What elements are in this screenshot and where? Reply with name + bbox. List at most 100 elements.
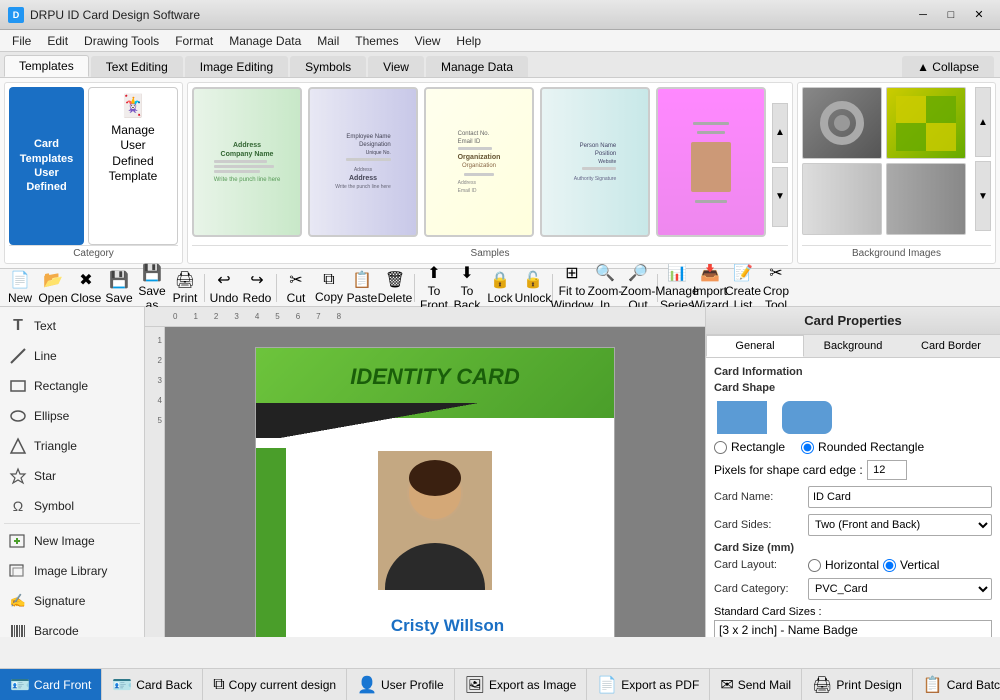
lock-button[interactable]: 🔒Lock — [484, 273, 516, 303]
tab-card-border[interactable]: Card Border — [902, 335, 1000, 357]
signature-tool[interactable]: ✍ Signature — [0, 586, 144, 616]
rounded-radio-label: Rounded Rectangle — [818, 440, 924, 454]
rectangle-radio-input[interactable] — [714, 441, 727, 454]
fit-to-window-button[interactable]: ⊞Fit to Window — [556, 273, 588, 303]
horizontal-radio[interactable]: Horizontal — [808, 558, 879, 572]
ellipse-tool[interactable]: Ellipse — [0, 401, 144, 431]
bg-scroll-down[interactable]: ▼ — [975, 161, 991, 231]
pixels-input[interactable] — [867, 460, 907, 480]
to-back-button[interactable]: ⬇To Back — [451, 273, 483, 303]
sample-item[interactable]: Employee Name Designation Unique No. Add… — [308, 87, 418, 237]
samples-scroll-up[interactable]: ▲ — [772, 103, 788, 163]
tab-templates[interactable]: Templates — [4, 55, 89, 77]
card-category-select[interactable]: PVC_Card Paper_Card — [808, 578, 992, 600]
open-button[interactable]: 📂Open — [37, 273, 69, 303]
standard-card-list[interactable]: [3 x 2 inch] - Name Badge [4 x 2 inch] -… — [714, 620, 992, 637]
horizontal-radio-input[interactable] — [808, 559, 821, 572]
barcode-tool[interactable]: Barcode — [0, 616, 144, 637]
ellipse-icon — [8, 406, 28, 426]
zoom-in-button[interactable]: 🔍Zoom-In — [589, 273, 621, 303]
menu-view[interactable]: View — [407, 32, 449, 50]
menu-edit[interactable]: Edit — [39, 32, 76, 50]
copy-design-btn[interactable]: ⧉ Copy current design — [203, 669, 347, 700]
vertical-radio[interactable]: Vertical — [883, 558, 939, 572]
sample-item[interactable] — [656, 87, 766, 237]
import-wizard-button[interactable]: 📥Import Wizard — [694, 273, 726, 303]
card-templates-button[interactable]: Card TemplatesUser Defined — [9, 87, 84, 245]
user-profile-btn[interactable]: 👤 User Profile — [347, 669, 455, 700]
menu-themes[interactable]: Themes — [347, 32, 406, 50]
paste-button[interactable]: 📋Paste — [346, 273, 378, 303]
sample-item[interactable]: Person Name Position Website Authority S… — [540, 87, 650, 237]
print-design-btn[interactable]: 🖨 Print Design — [802, 669, 913, 700]
save-button[interactable]: 💾Save — [103, 273, 135, 303]
text-icon: T — [8, 316, 28, 336]
card-name-input[interactable] — [808, 486, 992, 508]
menu-format[interactable]: Format — [167, 32, 221, 50]
triangle-tool[interactable]: Triangle — [0, 431, 144, 461]
close-window-button[interactable]: ✕ — [966, 5, 992, 25]
standard-size-item-1[interactable]: [3 x 2 inch] - Name Badge — [715, 621, 991, 637]
menu-file[interactable]: File — [4, 32, 39, 50]
bg-thumb-4[interactable] — [886, 163, 966, 235]
send-mail-btn[interactable]: ✉ Send Mail — [710, 669, 802, 700]
export-image-btn[interactable]: 🖼 Export as Image — [455, 669, 588, 700]
copy-button[interactable]: ⧉Copy — [313, 273, 345, 303]
menu-manage-data[interactable]: Manage Data — [221, 32, 309, 50]
tab-symbols[interactable]: Symbols — [290, 56, 366, 77]
minimize-button[interactable]: ─ — [910, 5, 936, 25]
new-image-tool[interactable]: New Image — [0, 526, 144, 556]
bg-scroll-up[interactable]: ▲ — [975, 87, 991, 157]
close-button[interactable]: ✖Close — [70, 273, 102, 303]
cut-button[interactable]: ✂Cut — [280, 273, 312, 303]
tab-background[interactable]: Background — [804, 335, 902, 357]
export-pdf-btn[interactable]: 📄 Export as PDF — [587, 669, 710, 700]
new-button[interactable]: 📄New — [4, 273, 36, 303]
crop-tool-button[interactable]: ✂Crop Tool — [760, 273, 792, 303]
manage-series-button[interactable]: 📊Manage Series — [661, 273, 693, 303]
bg-thumb-1[interactable] — [802, 87, 882, 159]
tab-text-editing[interactable]: Text Editing — [91, 56, 183, 77]
undo-button[interactable]: ↩Undo — [208, 273, 240, 303]
tab-general[interactable]: General — [706, 335, 804, 357]
bg-thumb-3[interactable] — [802, 163, 882, 235]
sample-item[interactable]: Contact No. Email ID Organization Organi… — [424, 87, 534, 237]
tab-manage-data[interactable]: Manage Data — [426, 56, 528, 77]
card-person-name: Cristy Willson — [291, 616, 604, 636]
card-front-btn[interactable]: 🪪 Card Front — [0, 669, 102, 700]
zoom-out-button[interactable]: 🔎Zoom-Out — [622, 273, 654, 303]
rounded-radio[interactable]: Rounded Rectangle — [801, 440, 924, 454]
to-front-button[interactable]: ⬆To Front — [418, 273, 450, 303]
card-batch-btn[interactable]: 📋 Card Batch Data — [913, 669, 1000, 700]
delete-button[interactable]: 🗑Delete — [379, 273, 411, 303]
rectangle-tool[interactable]: Rectangle — [0, 371, 144, 401]
background-images-list — [802, 87, 971, 242]
save-as-button[interactable]: 💾Save as — [136, 273, 168, 303]
star-tool[interactable]: Star — [0, 461, 144, 491]
bg-thumb-2[interactable] — [886, 87, 966, 159]
card-back-btn[interactable]: 🪪 Card Back — [102, 669, 203, 700]
manage-user-defined-button[interactable]: 🃏 ManageUserDefinedTemplate — [88, 87, 178, 245]
sample-item[interactable]: Address Company Name Write the punch lin… — [192, 87, 302, 237]
text-tool[interactable]: T Text — [0, 311, 144, 341]
tab-image-editing[interactable]: Image Editing — [185, 56, 288, 77]
rounded-radio-input[interactable] — [801, 441, 814, 454]
collapse-button[interactable]: ▲ Collapse — [902, 56, 994, 77]
rectangle-radio[interactable]: Rectangle — [714, 440, 785, 454]
line-tool[interactable]: Line — [0, 341, 144, 371]
symbol-tool[interactable]: Ω Symbol — [0, 491, 144, 521]
canvas-area[interactable]: 0 1 2 3 4 5 6 7 8 1 2 3 4 5 — [145, 307, 705, 637]
menu-drawing-tools[interactable]: Drawing Tools — [76, 32, 167, 50]
card-sides-select[interactable]: Two (Front and Back) One (Front Only) — [808, 514, 992, 536]
create-list-button[interactable]: 📝Create List — [727, 273, 759, 303]
redo-button[interactable]: ↪Redo — [241, 273, 273, 303]
unlock-button[interactable]: 🔓Unlock — [517, 273, 549, 303]
menu-help[interactable]: Help — [448, 32, 489, 50]
menu-mail[interactable]: Mail — [309, 32, 347, 50]
maximize-button[interactable]: □ — [938, 5, 964, 25]
image-library-tool[interactable]: Image Library — [0, 556, 144, 586]
vertical-radio-input[interactable] — [883, 559, 896, 572]
samples-scroll-down[interactable]: ▼ — [772, 167, 788, 227]
print-button[interactable]: 🖨Print — [169, 273, 201, 303]
tab-view[interactable]: View — [368, 56, 424, 77]
